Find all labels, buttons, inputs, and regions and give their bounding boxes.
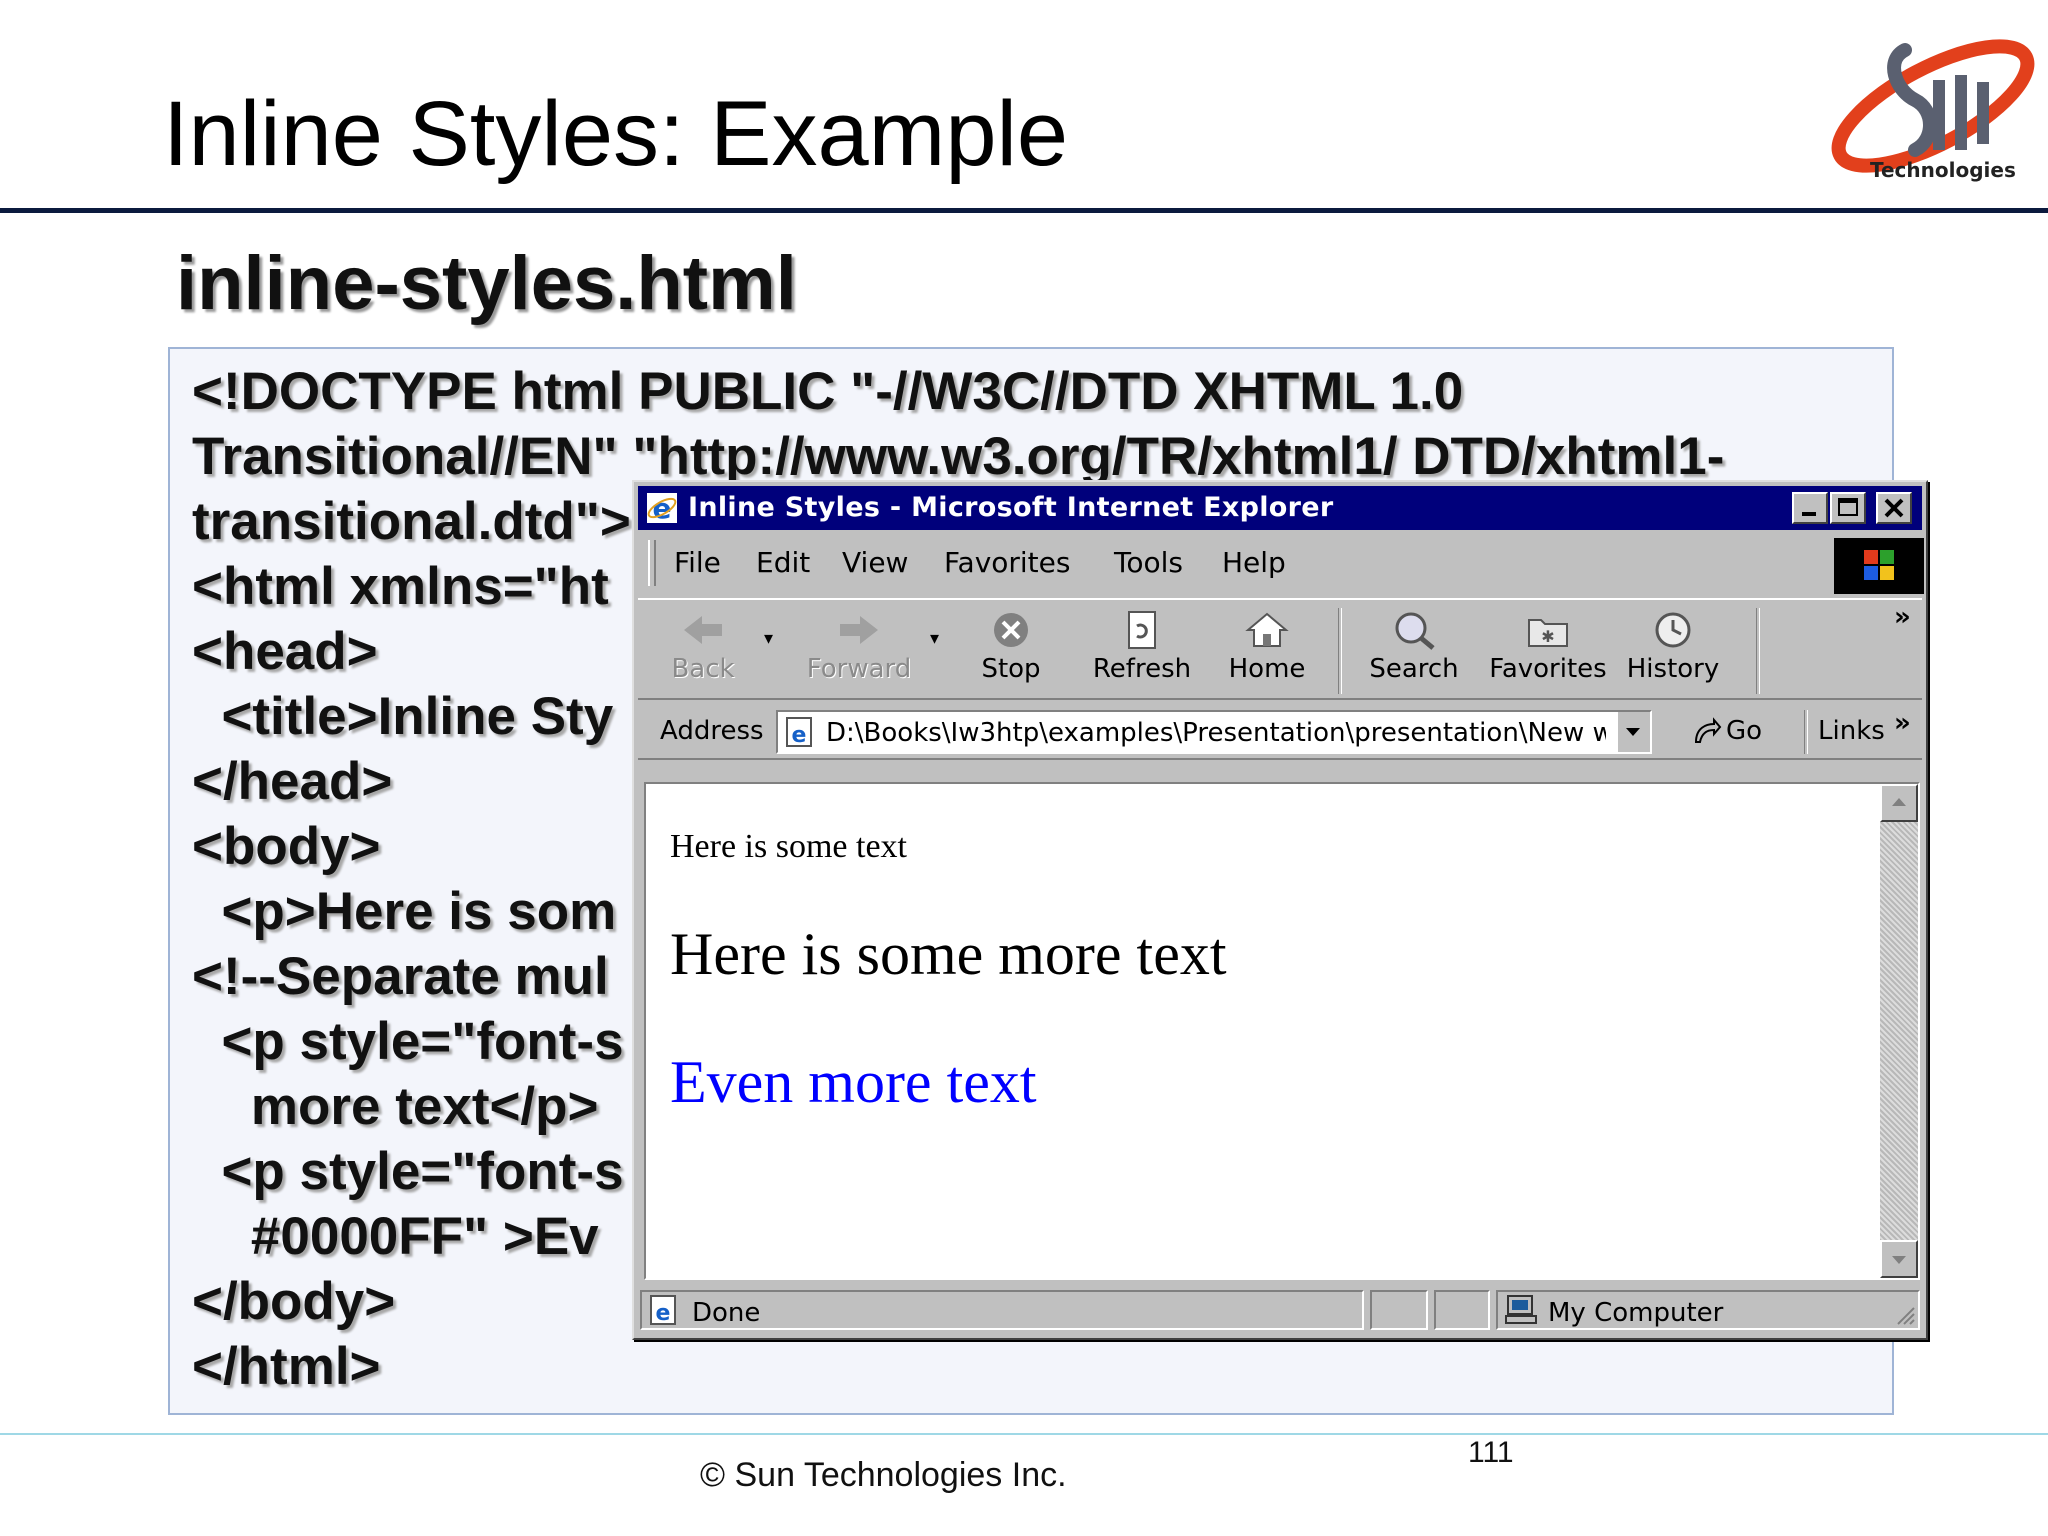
- svg-text:e: e: [653, 492, 672, 524]
- slide-title: Inline Styles: Example: [163, 83, 1069, 185]
- back-dropdown-icon[interactable]: ▾: [764, 628, 773, 649]
- close-icon: [1884, 498, 1904, 518]
- svg-text:✱: ✱: [1541, 627, 1554, 646]
- slide-subtitle: inline-styles.html: [176, 241, 797, 326]
- resize-grip-icon[interactable]: [1892, 1302, 1916, 1326]
- logo-text: Technologies: [1870, 158, 2016, 182]
- history-icon: [1655, 612, 1691, 648]
- zone-text: My Computer: [1548, 1298, 1724, 1328]
- search-label: Search: [1369, 654, 1459, 684]
- stop-label: Stop: [981, 654, 1041, 684]
- favorites-button[interactable]: ✱ Favorites: [1484, 606, 1612, 696]
- footer-copyright: © Sun Technologies Inc.: [700, 1456, 1067, 1494]
- stop-button[interactable]: Stop: [956, 606, 1066, 696]
- address-value: D:\Books\Iw3htp\examples\Presentation\pr…: [826, 718, 1606, 748]
- home-icon: [1245, 612, 1289, 647]
- forward-dropdown-icon[interactable]: ▾: [930, 628, 939, 649]
- standard-toolbar: Back ▾ Forward ▾ Stop Refresh Home Searc…: [638, 598, 1922, 700]
- svg-text:e: e: [656, 1301, 671, 1326]
- my-computer-icon: [1505, 1295, 1537, 1324]
- refresh-button[interactable]: Refresh: [1082, 606, 1202, 696]
- toolbar-more-chevron[interactable]: »: [1894, 602, 1911, 632]
- content-paragraph-2: Here is some more text: [670, 921, 1227, 987]
- address-separator: [1804, 710, 1808, 754]
- back-arrow-icon: [684, 616, 722, 644]
- refresh-label: Refresh: [1092, 654, 1192, 684]
- content-paragraph-1: Here is some text: [670, 828, 907, 865]
- footer-divider: [0, 1433, 2048, 1435]
- forward-arrow-icon: [840, 616, 878, 644]
- menu-file[interactable]: File: [674, 546, 721, 579]
- page-number: 111: [1468, 1436, 1514, 1469]
- back-label: Back: [671, 654, 735, 684]
- status-main-panel: e Done: [640, 1290, 1364, 1330]
- go-arrow-icon: [1694, 717, 1722, 743]
- code-line: </html>: [192, 1337, 381, 1396]
- windows-flag-throbber: [1834, 538, 1924, 594]
- home-button[interactable]: Home: [1212, 606, 1322, 696]
- search-button[interactable]: Search: [1354, 606, 1474, 696]
- go-label: Go: [1726, 716, 1763, 746]
- page-viewport: Here is some text Here is some more text…: [644, 782, 1920, 1280]
- status-text: Done: [692, 1298, 761, 1328]
- scroll-down-button[interactable]: [1880, 1240, 1918, 1278]
- toolbar-separator: [1338, 608, 1342, 694]
- content-paragraph-3: Even more text: [670, 1049, 1037, 1115]
- page-icon: e: [786, 717, 812, 748]
- favorites-label: Favorites: [1489, 654, 1607, 684]
- windows-flag-icon: [1864, 550, 1894, 580]
- code-line: <!DOCTYPE html PUBLIC "-//W3C//DTD XHTML…: [192, 362, 1464, 421]
- menu-favorites[interactable]: Favorites: [944, 546, 1070, 579]
- maximize-button[interactable]: [1830, 492, 1866, 524]
- back-button[interactable]: Back: [648, 606, 758, 696]
- chevron-down-icon: [1626, 728, 1640, 736]
- menu-grip: [648, 540, 656, 586]
- address-label: Address: [660, 716, 764, 746]
- stop-icon: [994, 613, 1028, 647]
- search-globe-icon: [1395, 612, 1435, 650]
- history-label: History: [1626, 654, 1720, 684]
- minimize-button[interactable]: [1792, 492, 1828, 524]
- address-input[interactable]: e D:\Books\Iw3htp\examples\Presentation\…: [776, 710, 1652, 754]
- links-more-chevron[interactable]: »: [1894, 708, 1911, 738]
- refresh-icon: [1128, 611, 1156, 649]
- vertical-scrollbar[interactable]: [1880, 784, 1918, 1278]
- window-title: Inline Styles - Microsoft Internet Explo…: [688, 492, 1334, 523]
- status-zone-panel: My Computer: [1496, 1290, 1920, 1330]
- menu-tools[interactable]: Tools: [1114, 546, 1183, 579]
- title-divider: [0, 208, 2048, 213]
- chevron-down-icon: [1892, 1256, 1906, 1264]
- address-bar: Address e D:\Books\Iw3htp\examples\Prese…: [638, 704, 1922, 760]
- status-bar: e Done My Computer: [638, 1288, 1922, 1334]
- close-button[interactable]: [1876, 492, 1912, 524]
- menu-bar: File Edit View Favorites Tools Help: [638, 534, 1924, 594]
- chevron-up-icon: [1892, 798, 1906, 806]
- ie-logo-icon: e: [647, 492, 677, 524]
- forward-label: Forward: [806, 654, 912, 684]
- links-button[interactable]: Links: [1818, 716, 1885, 746]
- history-button[interactable]: History: [1618, 606, 1728, 696]
- menu-edit[interactable]: Edit: [756, 546, 810, 579]
- favorites-folder-icon: ✱: [1528, 619, 1568, 647]
- page-status-icon: e: [650, 1295, 676, 1326]
- menu-help[interactable]: Help: [1222, 546, 1286, 579]
- menu-view[interactable]: View: [842, 546, 908, 579]
- status-panel-empty: [1434, 1290, 1490, 1330]
- minimize-icon: [1802, 512, 1816, 516]
- ie-browser-window[interactable]: e Inline Styles - Microsoft Internet Exp…: [632, 480, 1928, 1340]
- forward-button[interactable]: Forward: [794, 606, 924, 696]
- status-panel-empty: [1370, 1290, 1428, 1330]
- address-dropdown-button[interactable]: [1616, 712, 1650, 752]
- window-titlebar[interactable]: e Inline Styles - Microsoft Internet Exp…: [638, 486, 1922, 530]
- maximize-icon: [1838, 498, 1858, 516]
- toolbar-separator: [1756, 608, 1760, 694]
- home-label: Home: [1228, 654, 1306, 684]
- svg-text:e: e: [792, 723, 807, 748]
- scroll-up-button[interactable]: [1880, 784, 1918, 822]
